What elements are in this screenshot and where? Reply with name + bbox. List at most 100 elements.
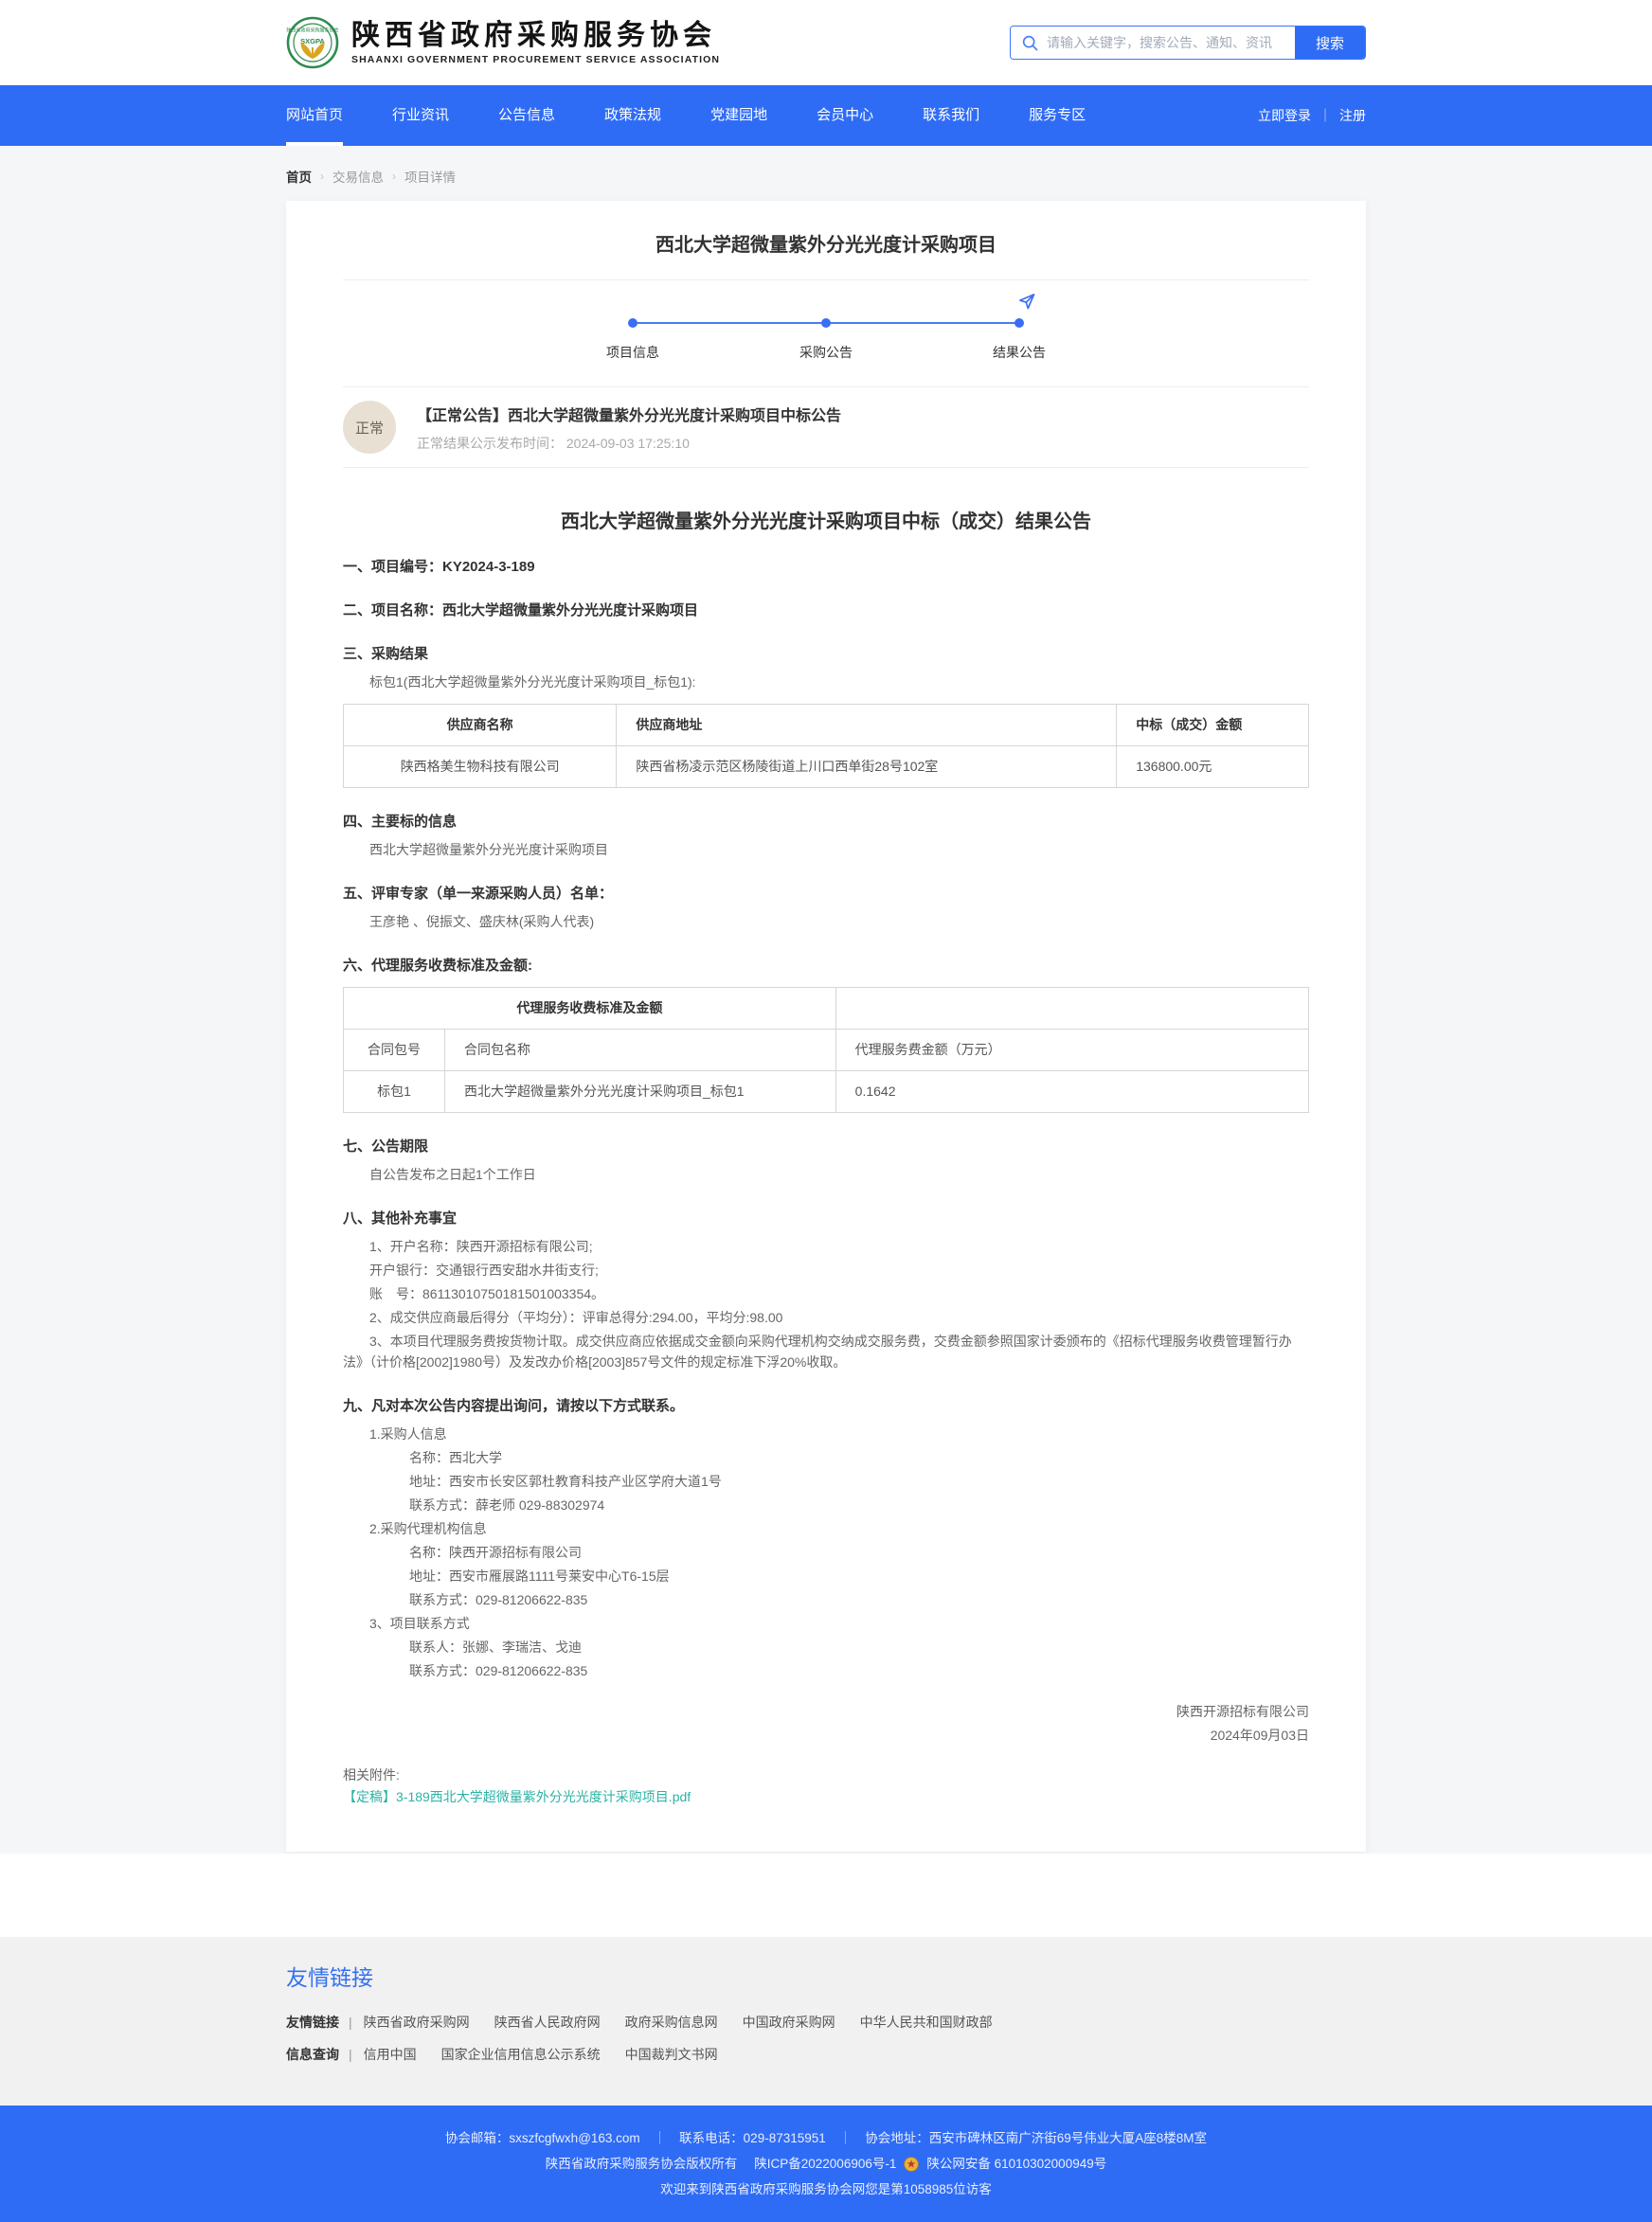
doc-paragraph: 2、成交供应商最后得分（平均分）：评审总得分:294.00，平均分:98.00 — [343, 1307, 1309, 1328]
table-cell: 合同包名称 — [444, 1030, 835, 1071]
footer-contact-item: 协会邮箱：sxszfcgfwxh@163.com — [445, 2129, 640, 2148]
attachment-link[interactable]: 【定稿】3-189西北大学超微量紫外分光光度计采购项目.pdf — [343, 1789, 691, 1804]
friend-links-rows: 友情链接 | 陕西省政府采购网 陕西省人民政府网 政府采购信息网 中国政府采购网 中华人民共… — [286, 2013, 1366, 2064]
attachment-block: 相关附件: 【定稿】3-189西北大学超微量紫外分光光度计采购项目.pdf — [343, 1765, 1309, 1808]
step-project-info[interactable]: 项目信息 — [536, 318, 729, 362]
breadcrumb-item[interactable]: 首页 — [286, 167, 312, 186]
association-emblem-icon: 陕西省政府采购服务协会 SXGPA — [286, 16, 339, 69]
nav-item-home[interactable]: 网站首页 — [286, 85, 343, 146]
search-input[interactable] — [1011, 27, 1295, 59]
site-header: 陕西省政府采购服务协会 SXGPA 陕西省政府采购服务协会 SHAANXI GO… — [0, 0, 1652, 85]
doc-section: 七、公告期限自公告发布之日起1个工作日 — [343, 1138, 1309, 1185]
friend-link[interactable]: 中国政府采购网 — [743, 2013, 835, 2032]
doc-section: 六、代理服务收费标准及金额: 代理服务收费标准及金额合同包号合同包名称代理服务费金… — [343, 957, 1309, 1113]
doc-paragraph: 西北大学超微量紫外分光光度计采购项目 — [369, 839, 1309, 860]
notice-header: 正常 【正常公告】西北大学超微量紫外分光光度计采购项目中标公告 正常结果公示发布… — [343, 386, 1309, 468]
doc-paragraph: 3、本项目代理服务费按货物计取。成交供应商应依据成交金额向采购代理机构交纳成交服… — [343, 1331, 1309, 1372]
spacer — [0, 1854, 1652, 1937]
step-dot — [821, 318, 831, 328]
public-security-badge-icon — [904, 2157, 919, 2172]
breadcrumb-separator: › — [392, 170, 396, 183]
nav-item-member-center[interactable]: 会员中心 — [817, 85, 873, 146]
login-link[interactable]: 立即登录 — [1258, 106, 1311, 125]
site-footer: 协会邮箱：sxszfcgfwxh@163.com｜联系电话：029-873159… — [0, 2106, 1652, 2222]
table-row: 合同包号合同包名称代理服务费金额（万元） — [344, 1030, 1309, 1071]
table-row: 陕西格美生物科技有限公司陕西省杨凌示范区杨陵街道上川口西单街28号102室136… — [344, 746, 1309, 788]
footer-contact-item: 联系电话：029-87315951 — [679, 2129, 826, 2148]
doc-paragraph: 1、开户名称：陕西开源招标有限公司; — [343, 1236, 1309, 1257]
nav-item-service-zone[interactable]: 服务专区 — [1029, 85, 1086, 146]
section-heading: 六、代理服务收费标准及金额: — [343, 957, 1309, 976]
progress-steps: 项目信息 采购公告 结果公告 — [536, 280, 1116, 373]
doc-section: 二、项目名称：西北大学超微量紫外分光光度计采购项目 — [343, 601, 1309, 620]
friend-link[interactable]: 陕西省人民政府网 — [494, 2013, 601, 2032]
table-row: 标包1西北大学超微量紫外分光光度计采购项目_标包10.1642 — [344, 1071, 1309, 1113]
step-procurement-notice[interactable]: 采购公告 — [729, 318, 923, 362]
doc-paragraph: 联系方式：029-81206622-835 — [409, 1660, 1309, 1681]
search-icon — [1021, 34, 1039, 52]
doc-section: 一、项目编号：KY2024-3-189 — [343, 558, 1309, 577]
attachment-label: 相关附件: — [343, 1765, 1309, 1786]
table-header-cell: 代理服务收费标准及金额 — [344, 988, 836, 1030]
section-heading: 二、项目名称：西北大学超微量紫外分光光度计采购项目 — [343, 601, 1309, 620]
security-record-number[interactable]: 陕公网安备 61010302000949号 — [926, 2155, 1106, 2174]
friend-links-title: 友情链接 — [286, 1960, 1366, 1992]
friend-link[interactable]: 陕西省政府采购网 — [364, 2013, 470, 2032]
nav-item-industry-news[interactable]: 行业资讯 — [392, 85, 449, 146]
breadcrumb-item: 项目详情 — [404, 167, 456, 186]
friend-link[interactable]: 国家企业信用信息公示系统 — [441, 2045, 601, 2064]
notice-title: 【正常公告】西北大学超微量紫外分光光度计采购项目中标公告 — [417, 403, 841, 425]
auth-links: 立即登录 ｜ 注册 — [1258, 106, 1366, 125]
table-cell: 西北大学超微量紫外分光光度计采购项目_标包1 — [444, 1071, 835, 1113]
nav-item-policies[interactable]: 政策法规 — [604, 85, 661, 146]
icp-number[interactable]: 陕ICP备2022006906号-1 — [754, 2155, 896, 2174]
step-dot — [1015, 318, 1024, 328]
breadcrumb: 首页›交易信息›项目详情 — [286, 146, 1366, 201]
friend-links-row-label: 友情链接 — [286, 2013, 339, 2032]
section-heading: 九、凡对本次公告内容提出询问，请按以下方式联系。 — [343, 1397, 1309, 1416]
register-link[interactable]: 注册 — [1339, 106, 1366, 125]
doc-paragraph: 地址：西安市雁展路1111号莱安中心T6-15层 — [409, 1566, 1309, 1586]
auth-divider: ｜ — [1319, 106, 1332, 125]
doc-paragraph: 地址：西安市长安区郭杜教育科技产业区学府大道1号 — [409, 1471, 1309, 1492]
paper-plane-icon — [1017, 292, 1036, 311]
friend-link[interactable]: 政府采购信息网 — [625, 2013, 718, 2032]
main-nav: 网站首页行业资讯公告信息政策法规党建园地会员中心联系我们服务专区 立即登录 ｜ … — [0, 85, 1652, 146]
nav-item-party-building[interactable]: 党建园地 — [710, 85, 767, 146]
site-title: 陕西省政府采购服务协会 — [351, 21, 720, 51]
nav-item-contact-us[interactable]: 联系我们 — [923, 85, 979, 146]
table-cell: 陕西格美生物科技有限公司 — [344, 746, 617, 788]
section-heading: 八、其他补充事宜 — [343, 1210, 1309, 1228]
svg-text:陕西省政府采购服务协会: 陕西省政府采购服务协会 — [286, 27, 338, 34]
doc-paragraph: 2.采购代理机构信息 — [369, 1518, 1309, 1539]
table-cell: 标包1 — [344, 1071, 445, 1113]
step-result-notice[interactable]: 结果公告 — [923, 318, 1116, 362]
doc-section: 五、评审专家（单一来源采购人员）名单：王彦艳 、倪振文、盛庆林(采购人代表) — [343, 885, 1309, 932]
section-heading: 四、主要标的信息 — [343, 813, 1309, 832]
doc-section: 八、其他补充事宜1、开户名称：陕西开源招标有限公司;开户银行：交通银行西安甜水井… — [343, 1210, 1309, 1372]
footer-contact-line: 协会邮箱：sxszfcgfwxh@163.com｜联系电话：029-873159… — [0, 2129, 1652, 2148]
table-cell: 合同包号 — [344, 1030, 445, 1071]
doc-section: 九、凡对本次公告内容提出询问，请按以下方式联系。1.采购人信息名称：西北大学地址… — [343, 1397, 1309, 1681]
breadcrumb-item[interactable]: 交易信息 — [332, 167, 384, 186]
footer-visitor-line: 欢迎来到陕西省政府采购服务协会网您是第1058985位访客 — [0, 2180, 1652, 2199]
friend-links-row: 信息查询|信用中国国家企业信用信息公示系统中国裁判文书网 — [286, 2045, 1366, 2064]
friend-link[interactable]: 中国裁判文书网 — [625, 2045, 718, 2064]
notice-publish-time: 正常结果公示发布时间： 2024-09-03 17:25:10 — [417, 434, 841, 453]
copyright-text: 陕西省政府采购服务协会版权所有 — [546, 2155, 738, 2174]
label-divider: | — [349, 2047, 352, 2062]
section-heading: 五、评审专家（单一来源采购人员）名单： — [343, 885, 1309, 904]
table-header-cell: 供应商地址 — [617, 705, 1117, 746]
friend-link[interactable]: 信用中国 — [364, 2045, 417, 2064]
doc-section: 三、采购结果标包1(西北大学超微量紫外分光光度计采购项目_标包1):供应商名称供… — [343, 645, 1309, 788]
friend-link[interactable]: 中华人民共和国财政部 — [860, 2013, 993, 2032]
section-heading: 一、项目编号：KY2024-3-189 — [343, 558, 1309, 577]
nav-item-announcements[interactable]: 公告信息 — [498, 85, 555, 146]
section-heading: 三、采购结果 — [343, 645, 1309, 664]
search-button[interactable]: 搜索 — [1295, 27, 1365, 59]
doc-paragraph: 自公告发布之日起1个工作日 — [369, 1164, 1309, 1185]
signature-date: 2024年09月03日 — [343, 1724, 1309, 1747]
table-header-row: 代理服务收费标准及金额 — [344, 988, 1309, 1030]
site-logo: 陕西省政府采购服务协会 SXGPA 陕西省政府采购服务协会 SHAANXI GO… — [286, 16, 720, 69]
section-heading: 七、公告期限 — [343, 1138, 1309, 1156]
